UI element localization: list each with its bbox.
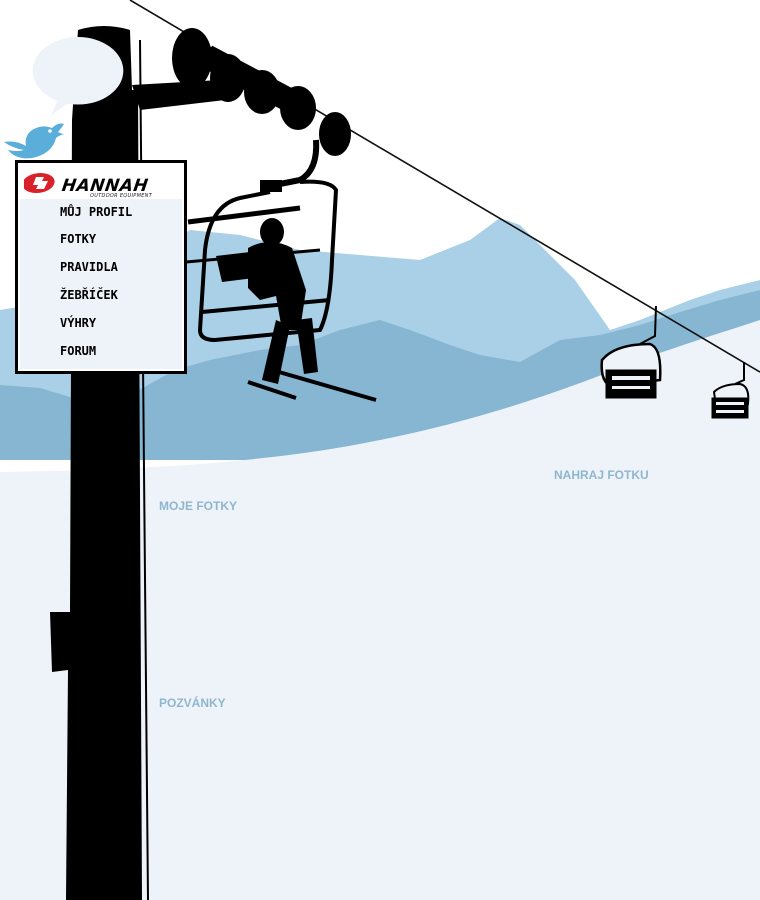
menu-item-photos[interactable]: FOTKY <box>60 232 96 246</box>
menu-item-prizes[interactable]: VÝHRY <box>60 316 96 330</box>
page: HANNAH OUTDOOR EQUIPMENT MŮJ PROFIL FOTK… <box>0 0 760 900</box>
menu-item-rules[interactable]: PRAVIDLA <box>60 260 118 274</box>
speech-bubble-icon <box>32 37 124 116</box>
main-menu: HANNAH OUTDOOR EQUIPMENT MŮJ PROFIL FOTK… <box>15 160 187 374</box>
ski-lift-scene <box>0 0 760 900</box>
invitations-link[interactable]: POZVÁNKY <box>159 696 226 710</box>
menu-list: MŮJ PROFIL FOTKY PRAVIDLA ŽEBŘÍČEK VÝHRY… <box>20 199 182 369</box>
twitter-bird-icon[interactable] <box>2 120 66 160</box>
menu-item-forum[interactable]: FORUM <box>60 344 96 358</box>
hannah-logo-icon <box>24 173 55 193</box>
hannah-logo[interactable]: HANNAH OUTDOOR EQUIPMENT <box>24 169 180 199</box>
upload-photo-link[interactable]: NAHRAJ FOTKU <box>554 468 649 482</box>
menu-item-leaderboard[interactable]: ŽEBŘÍČEK <box>60 288 118 302</box>
menu-item-my-profile[interactable]: MŮJ PROFIL <box>60 205 132 219</box>
my-photos-link[interactable]: MOJE FOTKY <box>159 499 237 513</box>
